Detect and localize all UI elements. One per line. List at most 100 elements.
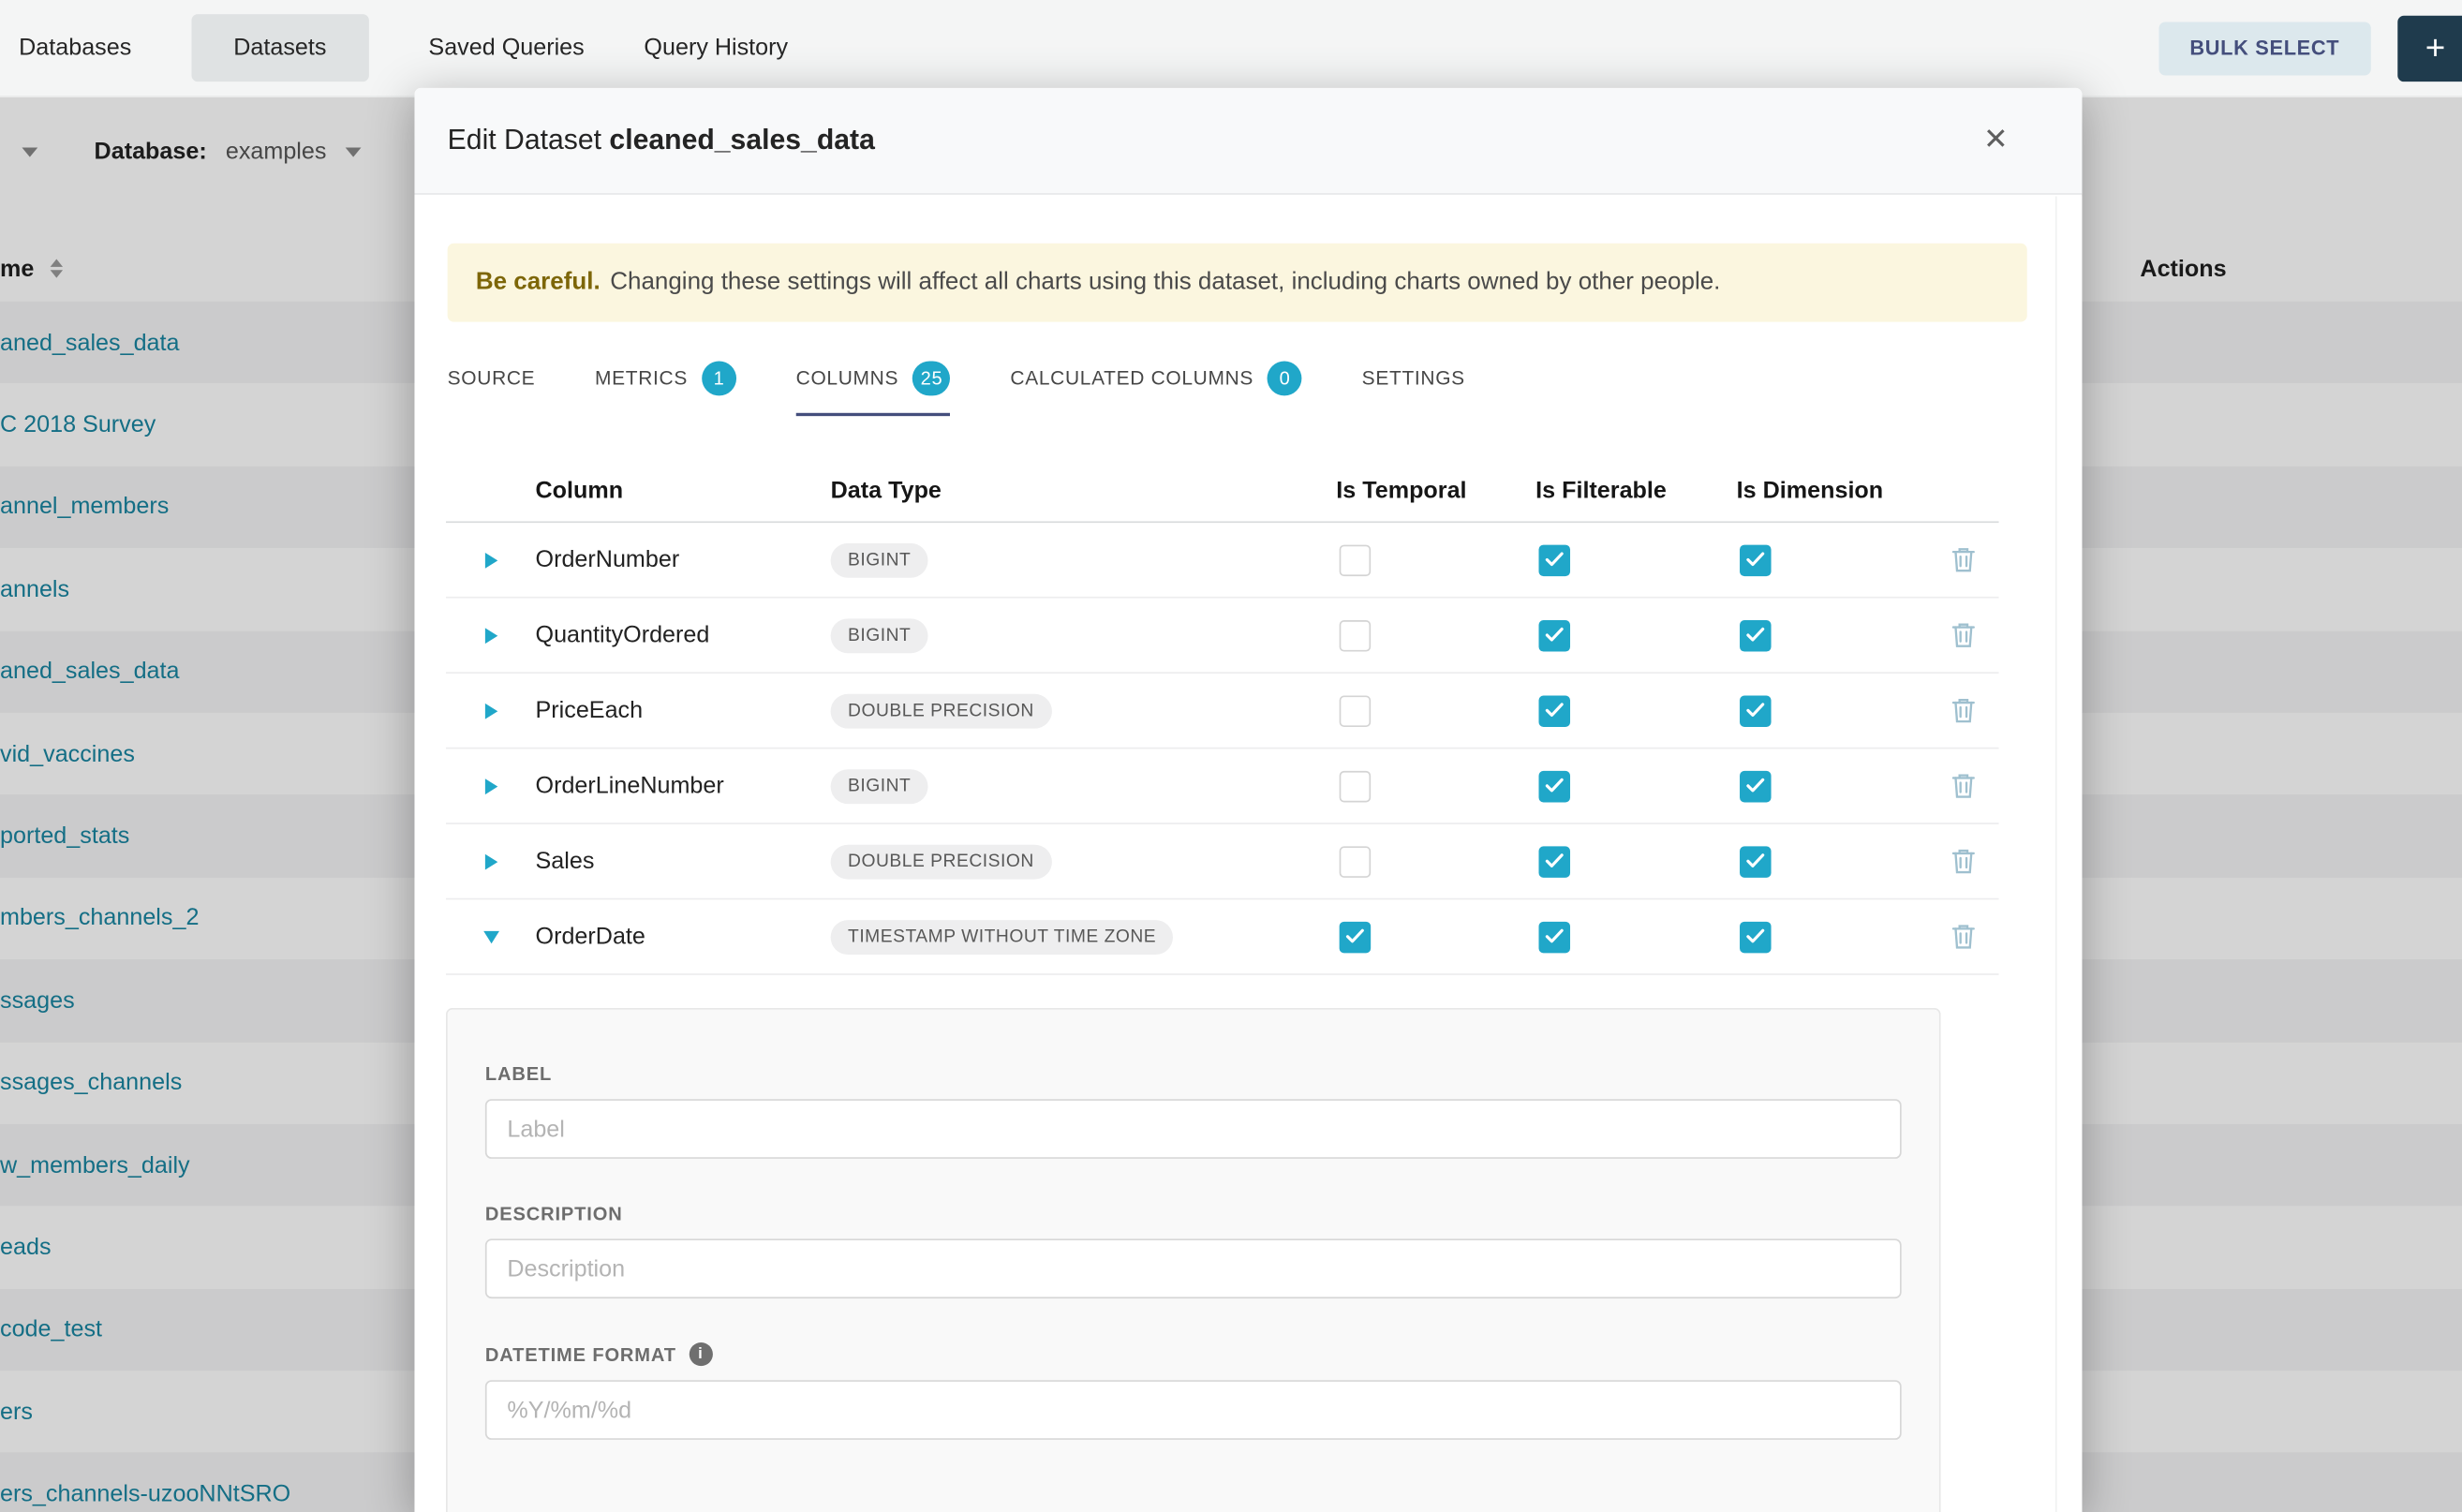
is-temporal-checkbox[interactable]	[1340, 695, 1372, 727]
column-name: OrderLineNumber	[536, 773, 831, 799]
is-dimension-checkbox[interactable]	[1740, 921, 1772, 953]
bulk-select-button[interactable]: BULK SELECT	[2158, 22, 2371, 75]
nav-tab-saved-queries[interactable]: Saved Queries	[428, 35, 584, 61]
is-dimension-checkbox[interactable]	[1740, 619, 1772, 651]
delete-column-icon[interactable]	[1951, 773, 1975, 799]
tab-badge: 25	[912, 361, 950, 395]
is-temporal-checkbox[interactable]	[1340, 619, 1372, 651]
tab-metrics[interactable]: METRICS 1	[595, 361, 736, 416]
is-dimension-checkbox[interactable]	[1740, 770, 1772, 802]
is-temporal-checkbox[interactable]	[1340, 921, 1372, 953]
data-type-pill: BIGINT	[831, 618, 928, 653]
delete-column-icon[interactable]	[1951, 546, 1975, 572]
datetime-format-input[interactable]	[485, 1380, 1902, 1440]
is-filterable-checkbox[interactable]	[1538, 544, 1570, 576]
column-header-column: Column	[536, 477, 831, 503]
expand-caret-icon[interactable]	[484, 628, 497, 644]
modal-scrollbar[interactable]	[2055, 197, 2082, 1512]
tab-label: SOURCE	[448, 367, 536, 389]
column-header-data-type: Data Type	[831, 477, 1337, 503]
warning-text: Changing these settings will affect all …	[603, 269, 1720, 295]
is-filterable-checkbox[interactable]	[1538, 619, 1570, 651]
is-filterable-checkbox[interactable]	[1538, 921, 1570, 953]
expand-caret-icon[interactable]	[484, 853, 497, 869]
delete-column-icon[interactable]	[1951, 697, 1975, 723]
expand-caret-icon[interactable]	[484, 703, 497, 719]
is-filterable-checkbox[interactable]	[1538, 695, 1570, 727]
columns-table-header: Column Data Type Is Temporal Is Filterab…	[446, 458, 1999, 523]
nav-tabs: Databases Datasets Saved Queries Query Hist…	[0, 14, 788, 82]
modal-title-prefix: Edit Dataset	[448, 124, 601, 156]
collapse-caret-icon[interactable]	[482, 930, 498, 942]
is-dimension-checkbox[interactable]	[1740, 695, 1772, 727]
column-name: OrderDate	[536, 923, 831, 949]
tab-label: CALCULATED COLUMNS	[1010, 367, 1253, 389]
column-name: OrderNumber	[536, 546, 831, 572]
is-temporal-checkbox[interactable]	[1340, 770, 1372, 802]
expand-caret-icon[interactable]	[484, 778, 497, 793]
column-row: OrderLineNumberBIGINT	[446, 749, 1999, 823]
columns-table: Column Data Type Is Temporal Is Filterab…	[446, 458, 1999, 974]
column-name: QuantityOrdered	[536, 622, 831, 648]
modal-tabs: SOURCE METRICS 1 COLUMNS 25 CALCULATED COLUMN…	[448, 361, 2027, 416]
data-type-pill: DOUBLE PRECISION	[831, 693, 1052, 728]
data-type-pill: BIGINT	[831, 542, 928, 577]
data-type-pill: DOUBLE PRECISION	[831, 844, 1052, 879]
delete-column-icon[interactable]	[1951, 923, 1975, 949]
column-row: OrderDateTIMESTAMP WITHOUT TIME ZONE	[446, 899, 1999, 974]
description-input[interactable]	[485, 1238, 1902, 1298]
tab-columns[interactable]: COLUMNS 25	[796, 361, 951, 416]
column-detail-panel: LABEL DESCRIPTION DATETIME FORMAT i	[446, 1008, 1941, 1512]
columns-table-body: OrderNumberBIGINTQuantityOrderedBIGINTPr…	[446, 523, 1999, 975]
datetime-format-label: DATETIME FORMAT	[485, 1343, 676, 1365]
tab-badge: 1	[702, 361, 736, 395]
warning-banner: Be careful. Changing these settings will…	[448, 244, 2027, 322]
add-button[interactable]: +	[2397, 15, 2462, 81]
app-viewport: Database: examples me Actions aned_sales…	[0, 0, 2462, 1512]
is-temporal-checkbox[interactable]	[1340, 846, 1372, 878]
nav-tab-databases[interactable]: Databases	[19, 35, 131, 61]
datetime-format-field: DATETIME FORMAT i	[485, 1342, 1902, 1440]
nav-tab-query-history[interactable]: Query History	[644, 35, 788, 61]
info-icon[interactable]: i	[689, 1342, 712, 1366]
is-filterable-checkbox[interactable]	[1538, 770, 1570, 802]
modal-header: Edit Dataset cleaned_sales_data ✕	[414, 88, 2082, 195]
column-row: PriceEachDOUBLE PRECISION	[446, 674, 1999, 749]
column-header-is-filterable: Is Filterable	[1535, 477, 1737, 503]
column-row: SalesDOUBLE PRECISION	[446, 824, 1999, 899]
column-row: OrderNumberBIGINT	[446, 523, 1999, 598]
edit-dataset-modal: Edit Dataset cleaned_sales_data ✕ Be car…	[414, 88, 2082, 1512]
description-field-label: DESCRIPTION	[485, 1203, 1902, 1224]
tab-label: COLUMNS	[796, 367, 898, 389]
tab-settings[interactable]: SETTINGS	[1362, 361, 1465, 416]
warning-bold-text: Be careful.	[476, 269, 601, 295]
nav-actions: BULK SELECT +	[2158, 15, 2462, 81]
top-nav: Databases Datasets Saved Queries Query Hist…	[0, 0, 2462, 97]
dataset-name: cleaned_sales_data	[609, 124, 874, 156]
tab-source[interactable]: SOURCE	[448, 361, 536, 416]
data-type-pill: TIMESTAMP WITHOUT TIME ZONE	[831, 919, 1174, 954]
tab-calculated-columns[interactable]: CALCULATED COLUMNS 0	[1010, 361, 1302, 416]
is-temporal-checkbox[interactable]	[1340, 544, 1372, 576]
nav-tab-datasets[interactable]: Datasets	[191, 14, 369, 82]
description-field: DESCRIPTION	[485, 1203, 1902, 1298]
tab-label: SETTINGS	[1362, 367, 1465, 389]
column-name: PriceEach	[536, 697, 831, 723]
is-dimension-checkbox[interactable]	[1740, 846, 1772, 878]
column-name: Sales	[536, 848, 831, 874]
column-row: QuantityOrderedBIGINT	[446, 599, 1999, 674]
expand-caret-icon[interactable]	[484, 552, 497, 568]
close-icon[interactable]: ✕	[1983, 126, 2009, 156]
label-input[interactable]	[485, 1099, 1902, 1159]
delete-column-icon[interactable]	[1951, 622, 1975, 648]
tab-label: METRICS	[595, 367, 688, 389]
is-dimension-checkbox[interactable]	[1740, 544, 1772, 576]
delete-column-icon[interactable]	[1951, 848, 1975, 874]
label-field-label: LABEL	[485, 1063, 1902, 1085]
column-header-is-dimension: Is Dimension	[1737, 477, 1952, 503]
tab-badge: 0	[1268, 361, 1302, 395]
modal-title: Edit Dataset cleaned_sales_data	[448, 124, 875, 156]
is-filterable-checkbox[interactable]	[1538, 846, 1570, 878]
label-field: LABEL	[485, 1063, 1902, 1159]
column-header-is-temporal: Is Temporal	[1336, 477, 1535, 503]
